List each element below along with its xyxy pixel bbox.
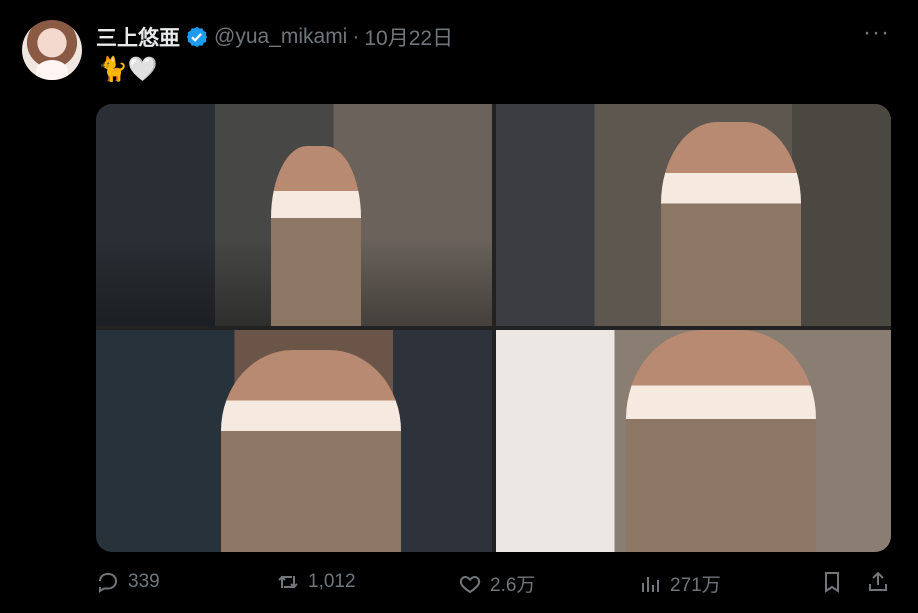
display-name[interactable]: 三上悠亜	[96, 22, 180, 52]
user-handle[interactable]: @yua_mikami	[214, 25, 347, 49]
tweet: 三上悠亜 @yua_mikami · 10月22日 ··· 🐈🤍 339 1,0	[0, 0, 918, 613]
share-icon	[869, 571, 887, 591]
reply-count: 339	[128, 571, 160, 592]
reply-button[interactable]: 339	[96, 570, 160, 594]
photo-3[interactable]	[96, 330, 492, 552]
bookmark-button[interactable]	[820, 570, 844, 594]
photo-4[interactable]	[496, 330, 891, 552]
person-silhouette	[271, 146, 361, 326]
media-grid	[96, 104, 891, 552]
retweet-count: 1,012	[308, 571, 356, 592]
like-button[interactable]: 2.6万	[458, 570, 535, 597]
more-options-icon[interactable]: ···	[863, 21, 890, 45]
person-silhouette	[661, 122, 801, 326]
retweet-button[interactable]: 1,012	[276, 570, 356, 594]
person-silhouette	[221, 350, 401, 552]
views-button[interactable]: 271万	[638, 570, 721, 597]
tweet-header: 三上悠亜 @yua_mikami · 10月22日	[96, 22, 453, 52]
retweet-icon	[278, 575, 298, 589]
like-count: 2.6万	[490, 575, 536, 596]
bookmark-icon	[825, 572, 839, 593]
separator-dot: ·	[352, 25, 360, 48]
tweet-text: 🐈🤍	[98, 56, 158, 83]
photo-1[interactable]	[96, 104, 492, 326]
profile-avatar[interactable]	[22, 20, 82, 80]
heart-icon	[459, 575, 481, 593]
views-icon	[642, 576, 659, 592]
tweet-actions: 339 1,012 2.6万 271万	[96, 570, 893, 604]
view-count: 271万	[670, 575, 721, 596]
share-button[interactable]	[866, 570, 890, 594]
verified-badge-icon	[185, 25, 209, 49]
photo-2[interactable]	[496, 104, 891, 326]
person-silhouette	[626, 330, 816, 552]
reply-icon	[99, 573, 118, 593]
tweet-timestamp[interactable]: 10月22日	[364, 22, 453, 52]
